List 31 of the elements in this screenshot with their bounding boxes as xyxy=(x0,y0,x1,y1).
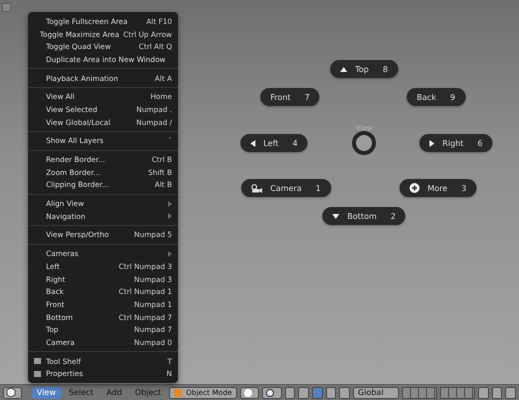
pie-option[interactable]: Back 9 xyxy=(406,88,466,106)
pie-option[interactable]: Top 8 xyxy=(330,60,398,78)
plus-icon xyxy=(410,183,420,193)
pivot-dropdown[interactable] xyxy=(262,386,282,398)
triangle-up-icon xyxy=(340,66,348,72)
shading-dropdown[interactable] xyxy=(240,386,260,398)
orientation-dropdown[interactable]: Global xyxy=(352,386,400,398)
pie-center-ring xyxy=(352,131,376,155)
header-menu[interactable]: Add xyxy=(101,386,127,398)
pie-option[interactable]: Bottom 2 xyxy=(322,207,406,225)
pie-option[interactable]: More 3 xyxy=(400,179,476,197)
checkbox[interactable] xyxy=(34,358,41,364)
layer-grid[interactable] xyxy=(440,386,476,398)
camera-icon xyxy=(251,184,262,192)
triangle-down-icon xyxy=(332,214,340,218)
checkbox[interactable] xyxy=(34,370,41,377)
corner-widget[interactable] xyxy=(2,3,11,12)
header-menu[interactable]: View xyxy=(32,386,61,398)
sphere-icon xyxy=(244,388,252,396)
pie-option[interactable]: Camera 1 xyxy=(241,179,331,197)
editor-type-button[interactable] xyxy=(3,386,22,398)
circle-icon xyxy=(266,388,274,396)
triangle-left-icon xyxy=(250,140,256,146)
pie-option[interactable]: Front 7 xyxy=(260,88,320,106)
submenu-arrow-icon xyxy=(168,250,172,257)
header-menu[interactable]: Object xyxy=(130,386,166,398)
pie-option[interactable]: Left 4 xyxy=(240,134,308,152)
header-menu[interactable]: Select xyxy=(64,386,98,398)
layer-grid[interactable] xyxy=(402,386,438,398)
pie-option[interactable]: Right 6 xyxy=(419,134,493,152)
triangle-right-icon xyxy=(429,140,434,146)
